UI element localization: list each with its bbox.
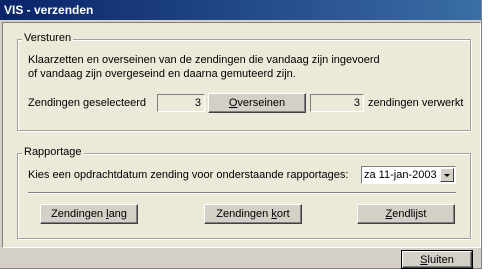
sluiten-button[interactable]: Sluiten: [401, 250, 473, 269]
overseinen-button[interactable]: Overseinen: [208, 93, 306, 113]
zendingen-kort-label-rest: ort: [276, 208, 290, 220]
zendingen-lang-label-prefix: Zendingen: [51, 208, 107, 220]
vis-verzenden-window: VIS - verzenden Versturen Klaarzetten en…: [0, 0, 482, 269]
title-bar[interactable]: VIS - verzenden: [0, 0, 481, 20]
processed-label: zendingen verwerkt: [368, 97, 464, 109]
rapportage-legend: Rapportage: [22, 146, 84, 158]
processed-count-value: 3: [353, 97, 360, 109]
rapportage-group: Rapportage Kies een opdrachtdatum zendin…: [17, 146, 471, 239]
opdrachtdatum-dropdown[interactable]: za 11-jan-2003: [361, 166, 456, 184]
chevron-down-icon[interactable]: [440, 168, 454, 182]
versturen-description-line1: Klaarzetten en overseinen van de zending…: [28, 54, 380, 66]
opdrachtdatum-value: za 11-jan-2003: [364, 169, 437, 181]
dialog-footer: Sluiten: [0, 248, 481, 269]
rapportage-separator: [28, 192, 456, 194]
zendingen-kort-button[interactable]: Zendingen kort: [204, 204, 302, 224]
selected-label: Zendingen geselecteerd: [28, 97, 147, 109]
versturen-description-line2: of vandaag zijn overgeseind en daarna ge…: [28, 68, 296, 80]
zendlijst-button[interactable]: Zendlijst: [357, 204, 455, 224]
window-title: VIS - verzenden: [4, 3, 94, 17]
overseinen-label-rest: verseinen: [237, 97, 286, 109]
sluiten-label-rest: luiten: [427, 254, 454, 266]
zendingen-lang-label-rest: ang: [108, 208, 127, 220]
zendingen-lang-button[interactable]: Zendingen lang: [40, 204, 138, 224]
selected-count-field: 3: [157, 94, 205, 112]
dialog-body: Versturen Klaarzetten en overseinen van …: [2, 22, 481, 248]
sluiten-label-hotkey: S: [420, 254, 428, 266]
zendingen-kort-label-prefix: Zendingen: [216, 208, 272, 220]
zendlijst-label-rest: endlijst: [392, 208, 427, 220]
versturen-group: Versturen Klaarzetten en overseinen van …: [17, 32, 471, 131]
selected-count-value: 3: [194, 97, 201, 109]
rapportage-prompt: Kies een opdrachtdatum zending voor onde…: [28, 169, 349, 181]
versturen-legend: Versturen: [22, 32, 74, 44]
processed-count-field: 3: [310, 94, 364, 112]
